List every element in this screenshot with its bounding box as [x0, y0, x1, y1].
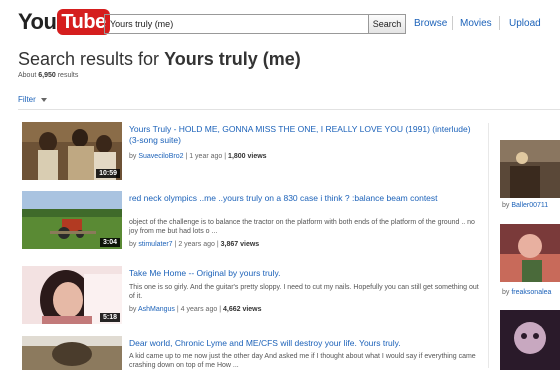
video-title-link[interactable]: Yours Truly - HOLD ME, GONNA MISS THE ON… — [129, 124, 479, 146]
results-count-prefix: About — [18, 72, 39, 79]
by-label: by — [129, 241, 139, 248]
search-input[interactable]: Yours truly (me) — [104, 14, 368, 34]
search-button[interactable]: Search — [368, 14, 406, 34]
video-meta: by AshMangus | 4 years ago | 4,662 views — [129, 306, 262, 313]
meta-separator: | — [174, 241, 177, 248]
by-label: by — [502, 202, 512, 209]
divider — [18, 109, 560, 110]
video-thumbnail[interactable] — [22, 336, 122, 370]
page-title-prefix: Search results for — [18, 49, 165, 69]
video-thumbnail[interactable]: 10:59 — [22, 122, 122, 180]
video-views: 3,867 views — [220, 241, 260, 248]
filter-button[interactable]: Filter — [18, 95, 47, 104]
results-count: About 6,950 results — [18, 72, 78, 79]
meta-separator: | — [216, 241, 219, 248]
video-duration: 5:18 — [99, 313, 120, 322]
logo-tube-text: Tube — [57, 9, 110, 35]
sidebar-thumbnail[interactable] — [500, 310, 560, 370]
video-age: 4 years ago — [180, 306, 218, 313]
channel-link[interactable]: Baller00711 — [511, 202, 548, 209]
video-title-link[interactable]: red neck olympics ..me ..yours truly on … — [129, 193, 479, 204]
sidebar-thumbnail[interactable] — [500, 140, 560, 198]
results-count-suffix: results — [55, 72, 79, 79]
nav-upload[interactable]: Upload — [509, 18, 541, 29]
video-title-link[interactable]: Take Me Home -- Original by yours truly. — [129, 268, 479, 279]
video-age: 1 year ago — [189, 153, 223, 160]
video-thumbnail[interactable]: 5:18 — [22, 266, 122, 324]
by-label: by — [129, 306, 138, 313]
by-label: by — [502, 289, 512, 296]
caret-down-icon — [40, 97, 47, 102]
sidebar-byline: by freaksonalea — [502, 289, 551, 296]
channel-link[interactable]: freaksonalea — [511, 289, 551, 296]
video-description: object of the challenge is to balance th… — [129, 219, 475, 235]
sidebar-byline: by Baller00711 — [502, 202, 548, 209]
video-description: This one is so girly. And the guitar's p… — [129, 284, 479, 300]
thumbnail-image — [500, 224, 560, 282]
video-duration: 10:59 — [96, 169, 120, 178]
channel-link[interactable]: stimulater7 — [138, 241, 172, 248]
page-title-query: Yours truly (me) — [164, 49, 301, 69]
meta-separator: | — [185, 153, 188, 160]
thumbnail-image — [500, 140, 560, 198]
by-label: by — [129, 153, 139, 160]
video-age: 2 years ago — [178, 241, 215, 248]
meta-separator: | — [176, 306, 179, 313]
logo-you-text: You — [18, 9, 57, 34]
youtube-logo[interactable]: You Tube — [18, 9, 110, 35]
video-meta: by stimulater7 | 2 years ago | 3,867 vie… — [129, 241, 259, 248]
video-duration: 3:04 — [99, 238, 120, 247]
video-thumbnail[interactable]: 3:04 — [22, 191, 122, 249]
nav-movies[interactable]: Movies — [460, 18, 492, 29]
thumbnail-image — [22, 336, 122, 370]
thumbnail-image — [500, 310, 560, 370]
meta-separator: | — [219, 306, 222, 313]
header: You Tube Yours truly (me) Search Browse … — [0, 0, 560, 44]
nav-separator — [452, 16, 453, 30]
sidebar-thumbnail[interactable] — [500, 224, 560, 282]
sidebar-divider — [488, 123, 489, 368]
video-views: 4,662 views — [222, 306, 262, 313]
page-title: Search results for Yours truly (me) — [18, 49, 301, 70]
nav-browse[interactable]: Browse — [414, 18, 447, 29]
meta-separator: | — [224, 153, 227, 160]
nav-separator — [499, 16, 500, 30]
video-meta: by SuaveciloBro2 | 1 year ago | 1,800 vi… — [129, 153, 267, 160]
results-count-number: 6,950 — [38, 72, 56, 79]
filter-label: Filter — [18, 95, 36, 104]
video-title-link[interactable]: Dear world, Chronic Lyme and ME/CFS will… — [129, 338, 479, 349]
channel-link[interactable]: AshMangus — [138, 306, 175, 313]
video-views: 1,800 views — [228, 153, 267, 160]
video-description: A kid came up to me now just the other d… — [129, 353, 476, 369]
channel-link[interactable]: SuaveciloBro2 — [138, 153, 183, 160]
